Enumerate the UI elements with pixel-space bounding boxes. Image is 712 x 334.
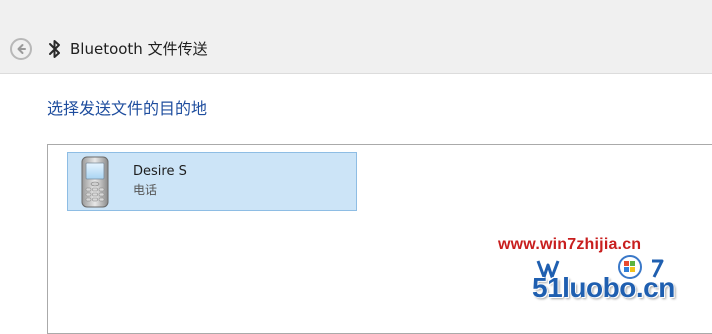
device-item[interactable]: Desire S 电话 <box>67 152 357 211</box>
title-bar: Bluetooth 文件传送 <box>0 0 712 74</box>
watermark-brand: 51luobo.cn <box>532 272 675 303</box>
bluetooth-icon <box>49 40 60 58</box>
window-title: Bluetooth 文件传送 <box>70 40 208 58</box>
back-button[interactable] <box>10 38 32 60</box>
device-type: 电话 <box>133 183 158 197</box>
back-arrow-icon <box>17 44 26 54</box>
page-heading: 选择发送文件的目的地 <box>47 99 208 118</box>
device-name: Desire S <box>133 164 187 179</box>
phone-icon <box>81 156 109 208</box>
watermark-url: www.win7zhijia.cn <box>498 236 642 253</box>
